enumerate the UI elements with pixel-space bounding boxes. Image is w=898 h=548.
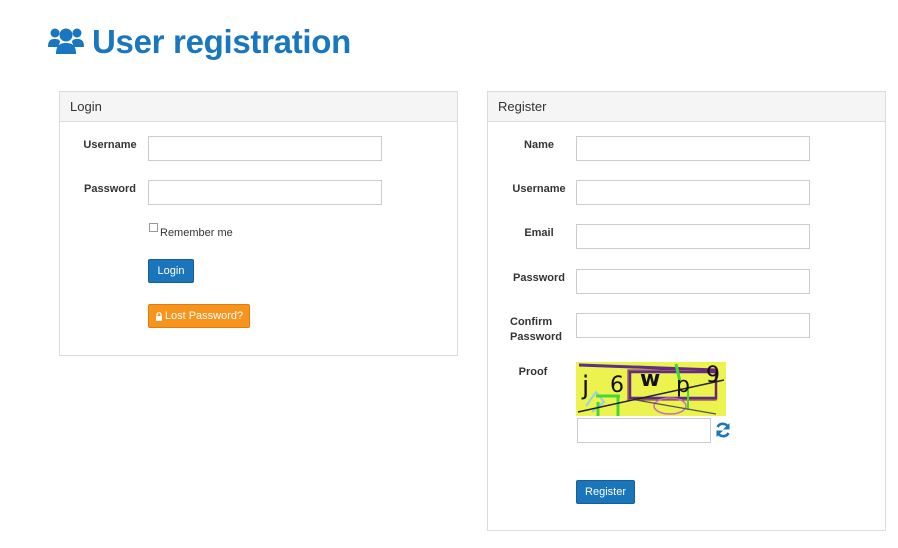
page-title-text: User registration xyxy=(92,23,351,60)
svg-text:j: j xyxy=(581,371,589,401)
captcha-image: j 6 w p 9 xyxy=(576,362,726,416)
register-proof-label: Proof xyxy=(518,366,548,378)
login-password-label: Password xyxy=(84,183,136,195)
register-email-label: Email xyxy=(524,227,554,239)
lost-password-button[interactable]: Lost Password? xyxy=(148,304,250,328)
register-confirm-label: Confirm Password xyxy=(510,315,566,345)
lost-password-label: Lost Password? xyxy=(164,310,244,322)
register-username-label: Username xyxy=(512,183,566,195)
svg-text:w: w xyxy=(640,367,660,392)
register-button[interactable]: Register xyxy=(576,480,635,504)
register-confirm-label-line1: Confirm xyxy=(510,316,553,328)
lock-icon xyxy=(155,311,163,321)
svg-text:p: p xyxy=(676,373,690,398)
register-username-input[interactable] xyxy=(576,180,810,205)
login-username-label: Username xyxy=(83,139,137,151)
register-panel: Register Name Username Email Password Co… xyxy=(487,91,886,531)
svg-text:6: 6 xyxy=(610,373,624,398)
login-panel-title: Login xyxy=(60,92,457,122)
register-name-input[interactable] xyxy=(576,136,810,161)
register-password-input[interactable] xyxy=(576,269,810,294)
register-email-input[interactable] xyxy=(576,224,810,249)
register-button-label: Register xyxy=(585,486,626,498)
users-icon xyxy=(48,25,84,60)
register-confirm-label-line2: Password xyxy=(510,331,562,343)
register-panel-title: Register xyxy=(488,92,885,122)
login-button[interactable]: Login xyxy=(148,259,194,283)
refresh-icon[interactable] xyxy=(714,421,732,444)
login-panel: Login Username Password Remember me Logi… xyxy=(59,91,458,356)
remember-me-label: Remember me xyxy=(160,227,233,239)
page-title: User registration xyxy=(48,20,351,64)
register-password-label: Password xyxy=(513,272,565,284)
register-confirm-input[interactable] xyxy=(576,313,810,338)
remember-me-checkbox[interactable] xyxy=(149,223,158,232)
login-password-input[interactable] xyxy=(148,180,382,205)
register-name-label: Name xyxy=(524,139,554,151)
login-button-label: Login xyxy=(157,265,185,277)
login-username-input[interactable] xyxy=(148,136,382,161)
svg-text:9: 9 xyxy=(706,363,720,388)
captcha-input[interactable] xyxy=(577,418,711,443)
